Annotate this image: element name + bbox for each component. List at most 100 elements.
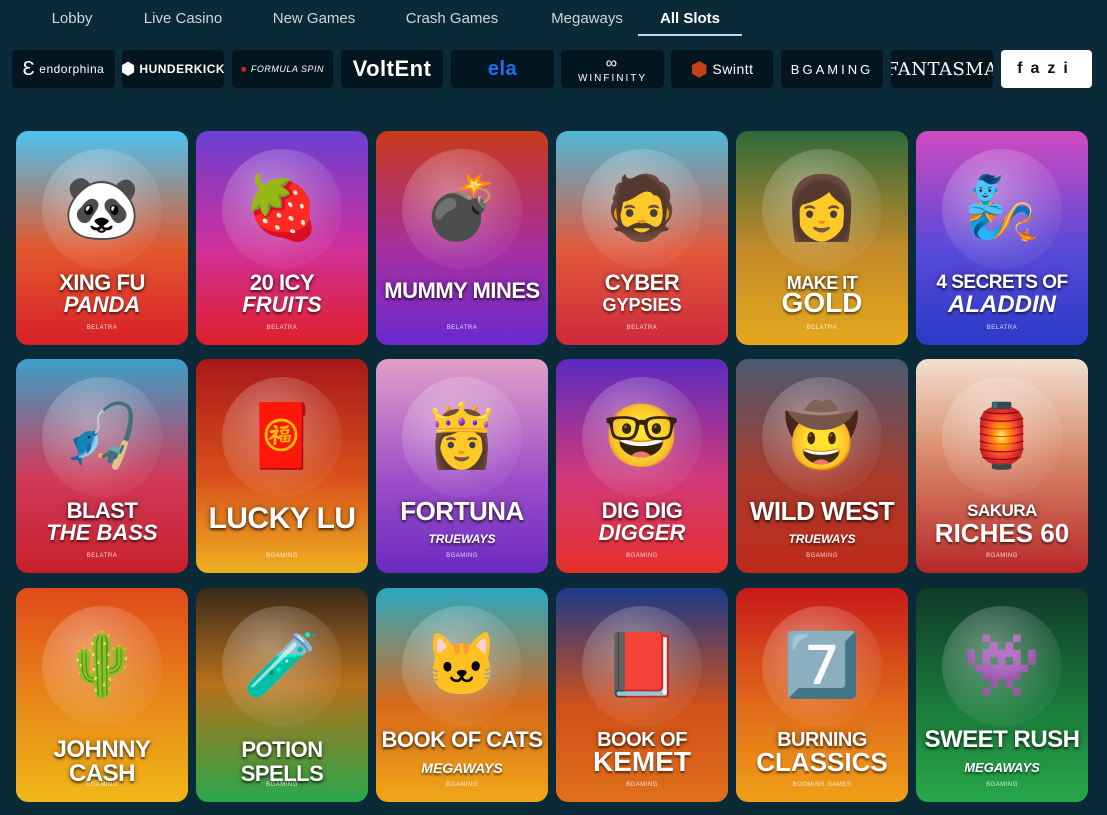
game-provider: BELATRA (626, 325, 658, 331)
provider-fantasma[interactable]: FANTASMA (891, 50, 993, 88)
provider-swintt[interactable]: ⬢ Swintt (671, 50, 773, 88)
bomb-icon: 💣 (402, 149, 522, 269)
game-subtitle: FRUITS (242, 292, 322, 317)
game-title: JOHNNY CASH (53, 736, 151, 787)
game-provider: BGAMING (986, 782, 1018, 788)
winfinity-logo-icon: ∞ (605, 54, 620, 72)
lantern-icon: 🏮 (942, 377, 1062, 497)
character-icon: 👩 (762, 149, 882, 269)
game-subtitle: PANDA (63, 292, 141, 317)
game-card-lucky-lu[interactable]: 🧧 LUCKY LU BGAMING (196, 359, 368, 573)
provider-label: WINFINITY (577, 72, 648, 84)
provider-endorphina[interactable]: Ɛ endorphina (12, 50, 115, 88)
envelope-icon: 🧧 (222, 377, 342, 497)
game-card-xing-fu-panda[interactable]: 🐼 XING FU PANDA BELATRA (16, 131, 188, 345)
tab-new-games[interactable]: New Games (268, 0, 360, 36)
game-provider: BOOMING GAMES (792, 782, 852, 788)
provider-label: fazi (1017, 60, 1076, 77)
game-provider: BELATRA (266, 325, 298, 331)
game-card-20-icy-fruits[interactable]: 🍓 20 ICY FRUITS BELATRA (196, 131, 368, 345)
game-subtitle: ALADDIN (948, 291, 1056, 318)
game-title: WILD WEST (749, 496, 895, 526)
game-subtitle: KEMET (593, 746, 691, 777)
cat-icon: 🐱 (402, 606, 522, 726)
game-subtitle: MEGAWAYS (964, 760, 1040, 775)
game-provider: BELATRA (446, 325, 478, 331)
cactus-icon: 🌵 (42, 606, 162, 726)
game-provider: BELATRA (986, 325, 1018, 331)
game-card-fortuna[interactable]: 👸 FORTUNA TRUEWAYS BGAMING (376, 359, 548, 573)
seven-icon: 7️⃣ (762, 606, 882, 726)
provider-formula-spin[interactable]: ■ FORMULA SPIN (232, 50, 333, 88)
game-card-book-of-cats-megaways[interactable]: 🐱 BOOK OF CATS MEGAWAYS BGAMING (376, 588, 548, 802)
provider-fazi[interactable]: fazi (1001, 50, 1092, 88)
potion-icon: 🧪 (222, 606, 342, 726)
game-card-mummy-mines[interactable]: 💣 MUMMY MINES BELATRA (376, 131, 548, 345)
game-title: FORTUNA (400, 496, 524, 526)
game-provider: BGAMING (446, 782, 478, 788)
game-card-blast-the-bass[interactable]: 🎣 BLAST THE BASS BELATRA (16, 359, 188, 573)
provider-label: HUNDERKICK (139, 62, 224, 76)
provider-thunderkick[interactable]: ⬢ HUNDERKICK (122, 50, 224, 88)
game-card-book-of-kemet[interactable]: 📕 BOOK OF KEMET BGAMING (556, 588, 728, 802)
game-card-johnny-cash[interactable]: 🌵 JOHNNY CASH BGAMING (16, 588, 188, 802)
game-title: BOOK OF CATS (381, 727, 543, 752)
provider-ela-games[interactable]: ela (451, 50, 554, 88)
game-provider: BGAMING (86, 782, 118, 788)
swintt-logo-icon: ⬢ (690, 58, 709, 81)
game-card-sweet-rush-megaways[interactable]: 👾 SWEET RUSH MEGAWAYS BGAMING (916, 588, 1088, 802)
game-subtitle: RICHES 60 (934, 518, 1070, 548)
game-card-make-it-gold[interactable]: 👩 MAKE IT GOLD BELATRA (736, 131, 908, 345)
tab-lobby[interactable]: Lobby (40, 0, 104, 36)
provider-label: VoltEnt (352, 56, 432, 81)
fruit-icon: 🍓 (222, 149, 342, 269)
provider-label: FORMULA SPIN (250, 64, 325, 74)
game-card-dig-dig-digger[interactable]: 🤓 DIG DIG DIGGER BGAMING (556, 359, 728, 573)
game-title: POTION SPELLS (240, 737, 324, 786)
provider-bgaming[interactable]: BGAMING (781, 50, 883, 88)
game-subtitle: CLASSICS (756, 747, 888, 777)
game-provider: BELATRA (86, 325, 118, 331)
game-subtitle: TRUEWAYS (788, 532, 856, 546)
game-card-burning-classics[interactable]: 7️⃣ BURNING CLASSICS BOOMING GAMES (736, 588, 908, 802)
game-provider: BGAMING (266, 553, 298, 559)
game-provider: BELATRA (806, 325, 838, 331)
game-title: CYBER (604, 270, 680, 295)
character-icon: 🤓 (582, 377, 702, 497)
game-title: MUMMY MINES (384, 278, 540, 303)
character-icon: 🧔 (582, 149, 702, 269)
tab-megaways[interactable]: Megaways (544, 0, 630, 36)
thunderkick-logo-icon: ⬢ (122, 61, 136, 78)
endorphina-logo-icon: Ɛ (22, 57, 36, 80)
game-card-wild-west-trueways[interactable]: 🤠 WILD WEST TRUEWAYS BGAMING (736, 359, 908, 573)
game-provider: BGAMING (266, 782, 298, 788)
provider-label: FANTASMA (891, 58, 993, 80)
tab-all-slots[interactable]: All Slots (638, 0, 742, 36)
game-provider: BELATRA (86, 553, 118, 559)
tab-live-casino[interactable]: Live Casino (140, 0, 226, 36)
game-card-cyber-gypsies[interactable]: 🧔 CYBER GYPSIES BELATRA (556, 131, 728, 345)
formula-spin-logo-icon: ■ (240, 64, 247, 74)
game-title: LUCKY LU (208, 502, 356, 535)
provider-voltent[interactable]: VoltEnt (341, 50, 443, 88)
game-card-sakura-riches-60[interactable]: 🏮 SAKURA RICHES 60 BGAMING (916, 359, 1088, 573)
game-subtitle: GOLD (781, 287, 863, 318)
game-subtitle: TRUEWAYS (428, 532, 496, 546)
tab-crash-games[interactable]: Crash Games (400, 0, 504, 36)
game-provider: BGAMING (806, 553, 838, 559)
cowgirl-icon: 🤠 (762, 377, 882, 497)
game-card-4-secrets-of-aladdin[interactable]: 🧞 4 SECRETS OF ALADDIN BELATRA (916, 131, 1088, 345)
provider-label: endorphina (39, 62, 105, 76)
provider-label: BGAMING (790, 61, 874, 77)
genie-icon: 🧞 (942, 149, 1062, 269)
goddess-icon: 👸 (402, 377, 522, 497)
monster-icon: 👾 (942, 606, 1062, 726)
game-card-potion-spells[interactable]: 🧪 POTION SPELLS BGAMING (196, 588, 368, 802)
provider-strip: Ɛ endorphina ⬢ HUNDERKICK ■ FORMULA SPIN… (12, 50, 1092, 88)
games-grid: 🐼 XING FU PANDA BELATRA 🍓 20 ICY FRUITS … (16, 131, 1088, 803)
provider-winfinity[interactable]: ∞ WINFINITY (561, 50, 664, 88)
game-subtitle: THE BASS (46, 520, 158, 545)
category-tabs: Lobby Live Casino New Games Crash Games … (0, 0, 1107, 40)
provider-label: ela (487, 57, 518, 80)
fisherman-icon: 🎣 (42, 377, 162, 497)
